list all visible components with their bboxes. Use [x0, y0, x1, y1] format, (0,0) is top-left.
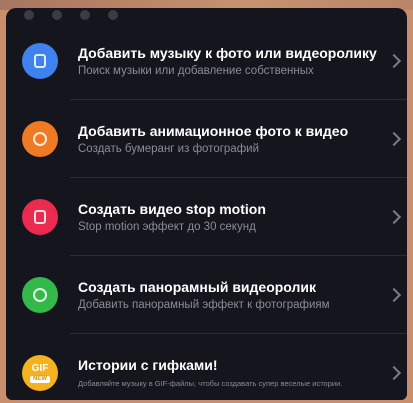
new-badge: NEW: [30, 375, 50, 383]
stop-motion-icon: [22, 199, 58, 235]
dot-decoration: [108, 10, 118, 20]
menu-item-title: Добавить анимационное фото к видео: [78, 122, 349, 139]
menu-item-add-music[interactable]: Добавить музыку к фото или видеоролику П…: [6, 22, 407, 100]
menu-item-title: Истории с гифками!: [78, 357, 218, 373]
menu-item-panorama[interactable]: Создать панорамный видеоролик Добавить п…: [6, 256, 407, 334]
menu-item-subtitle: Поиск музыки или добавление собственных: [78, 64, 314, 77]
gif-icon: GIF NEW: [22, 355, 58, 391]
menu-item-subtitle: Создать бумеранг из фотографий: [78, 142, 260, 155]
menu-item-add-animated-photo[interactable]: Добавить анимационное фото к видео Созда…: [6, 100, 407, 178]
music-note-icon: [22, 43, 58, 79]
menu-item-subtitle: Stop motion эффект до 30 секунд: [78, 220, 256, 233]
gif-badge-label: GIF: [31, 362, 49, 374]
dot-decoration: [52, 10, 62, 20]
chevron-right-icon: [386, 209, 402, 225]
menu-item-gif-stories[interactable]: GIF NEW Истории с гифками! Добавляйте му…: [6, 334, 407, 400]
menu-item-subtitle: Добавить панорамный эффект к фотографиям: [78, 298, 330, 311]
dot-decoration: [24, 10, 34, 20]
menu-item-title: Добавить музыку к фото или видеоролику: [78, 44, 377, 61]
menu-item-stop-motion[interactable]: Создать видео stop motion Stop motion эф…: [6, 178, 407, 256]
boomerang-icon: [22, 121, 58, 157]
menu-panel: Добавить музыку к фото или видеоролику П…: [6, 8, 407, 400]
chevron-right-icon: [386, 365, 402, 381]
menu-item-title: Создать видео stop motion: [78, 200, 266, 217]
chevron-right-icon: [386, 131, 402, 147]
panorama-icon: [22, 277, 58, 313]
chevron-right-icon: [386, 287, 402, 303]
dot-decoration: [80, 10, 90, 20]
menu-item-title: Создать панорамный видеоролик: [78, 278, 317, 295]
chevron-right-icon: [386, 53, 402, 69]
top-edge-decoration: [6, 8, 407, 22]
menu-item-subtitle: Добавляйте музыку в GIF-файлы, чтобы соз…: [78, 379, 343, 388]
